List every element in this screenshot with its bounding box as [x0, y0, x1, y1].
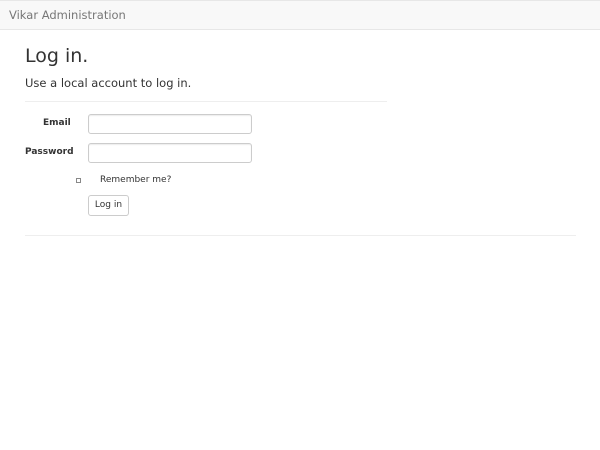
password-input[interactable]: [88, 143, 252, 163]
remember-me-checkbox[interactable]: [76, 178, 81, 183]
remember-me-label[interactable]: Remember me?: [100, 175, 171, 185]
footer-divider: [25, 235, 576, 236]
navbar-brand-link[interactable]: Vikar Administration: [9, 8, 126, 22]
page-subtitle: Use a local account to log in.: [25, 76, 192, 90]
email-input[interactable]: [88, 114, 252, 134]
login-button[interactable]: Log in: [88, 195, 129, 216]
page-title: Log in.: [25, 45, 89, 67]
navbar: Vikar Administration: [0, 0, 600, 30]
password-label: Password: [25, 147, 74, 157]
section-divider: [25, 101, 387, 102]
email-label: Email: [43, 118, 71, 128]
